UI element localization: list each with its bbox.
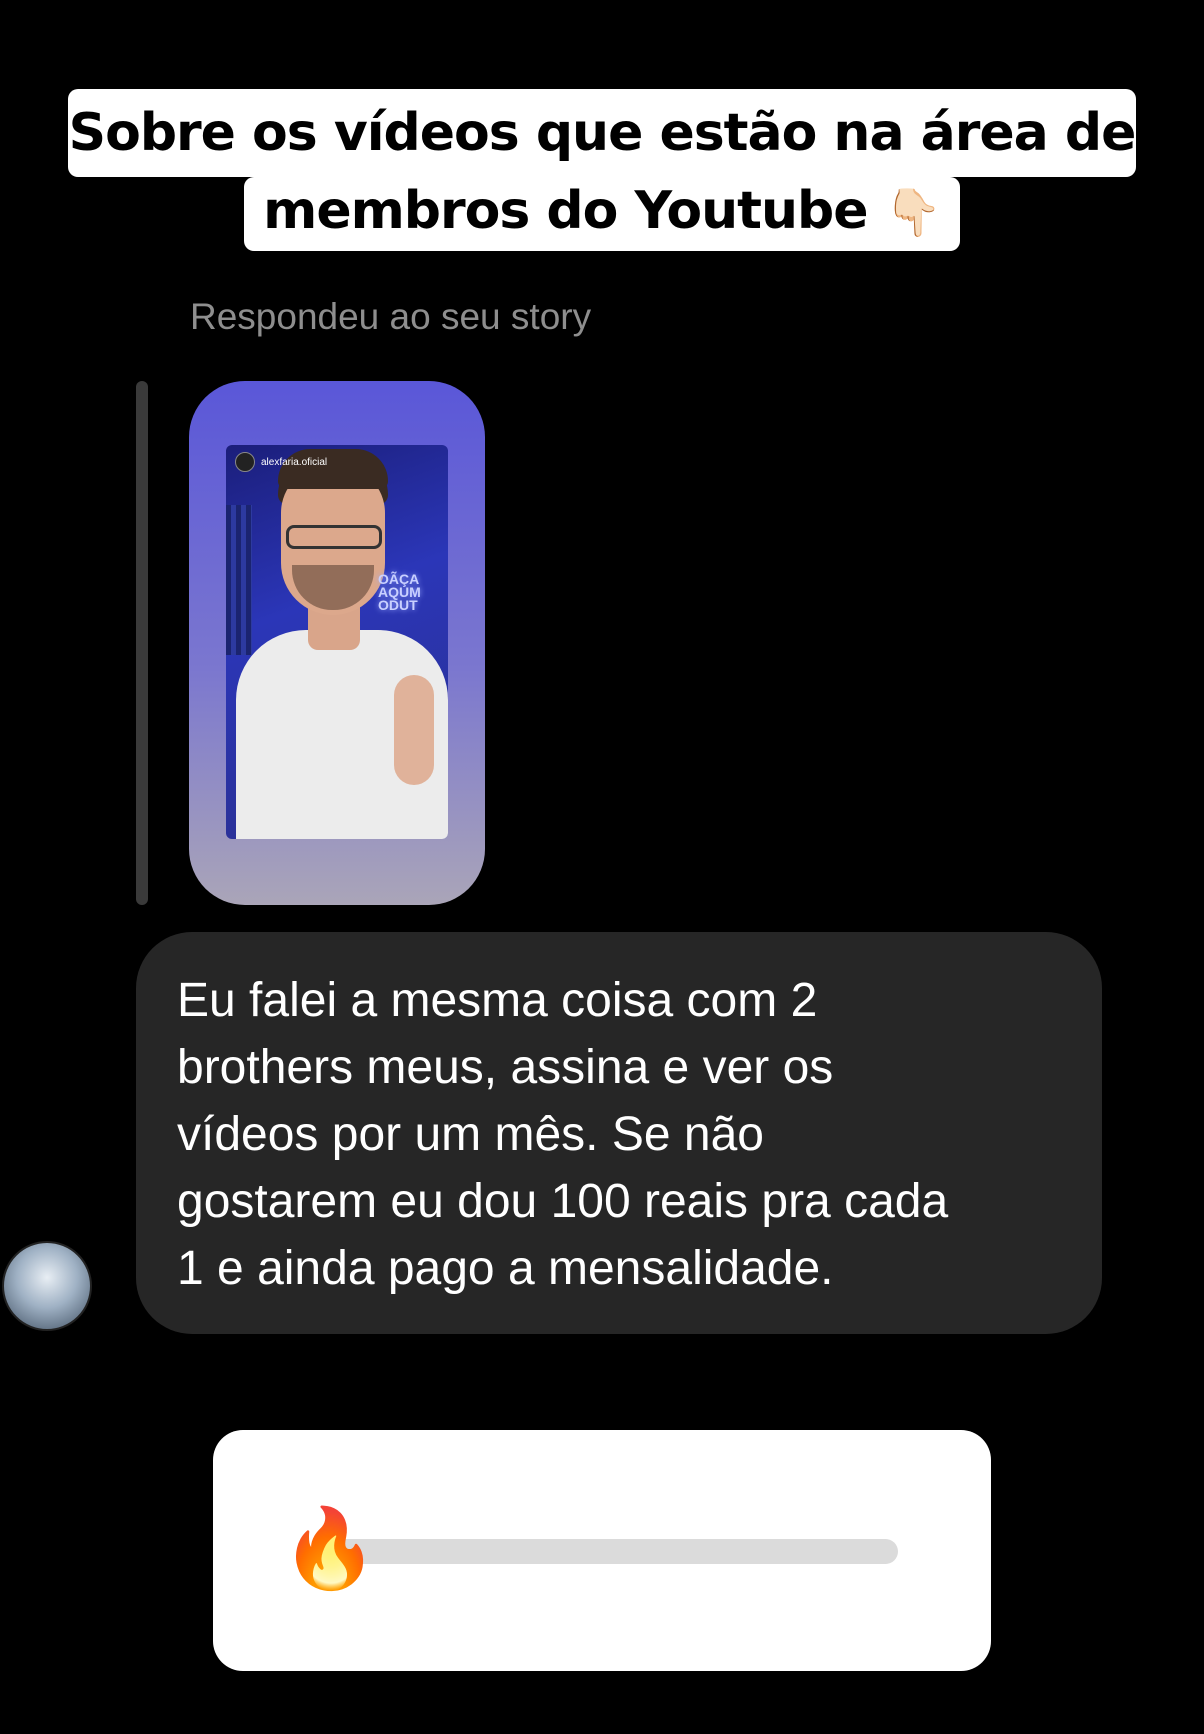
slider-track[interactable] bbox=[323, 1539, 898, 1564]
emoji-slider-sticker: 🔥 bbox=[213, 1430, 991, 1671]
person-hand bbox=[394, 675, 434, 785]
story-user-row: alexfaria.oficial bbox=[235, 452, 327, 472]
story-title-line-1: Sobre os vídeos que estão na área de bbox=[68, 89, 1136, 177]
avatar[interactable] bbox=[2, 1241, 92, 1331]
story-user-avatar bbox=[235, 452, 255, 472]
story-title-text-2: membros do Youtube bbox=[263, 181, 868, 241]
message-text: Eu falei a mesma coisa com 2 brothers me… bbox=[177, 974, 949, 1295]
neon-sign: OÃÇA AQUM ODUT bbox=[378, 571, 421, 613]
pointing-down-icon: 👇🏻 bbox=[884, 185, 942, 239]
curtain-background bbox=[226, 505, 252, 655]
story-title-line-2: membros do Youtube 👇🏻 bbox=[244, 177, 960, 251]
message-bubble[interactable]: Eu falei a mesma coisa com 2 brothers me… bbox=[136, 932, 1102, 1334]
story-thumbnail: OÃÇA AQUM ODUT alexfaria.oficial bbox=[226, 445, 448, 839]
story-username: alexfaria.oficial bbox=[261, 456, 328, 468]
story-preview-card[interactable]: OÃÇA AQUM ODUT alexfaria.oficial bbox=[189, 381, 485, 905]
reply-quote-bar bbox=[136, 381, 148, 905]
person-glasses bbox=[286, 525, 382, 549]
story-title-text-1: Sobre os vídeos que estão na área de bbox=[68, 103, 1137, 163]
replied-to-story-label: Respondeu ao seu story bbox=[190, 296, 592, 337]
fire-icon[interactable]: 🔥 bbox=[281, 1498, 378, 1598]
